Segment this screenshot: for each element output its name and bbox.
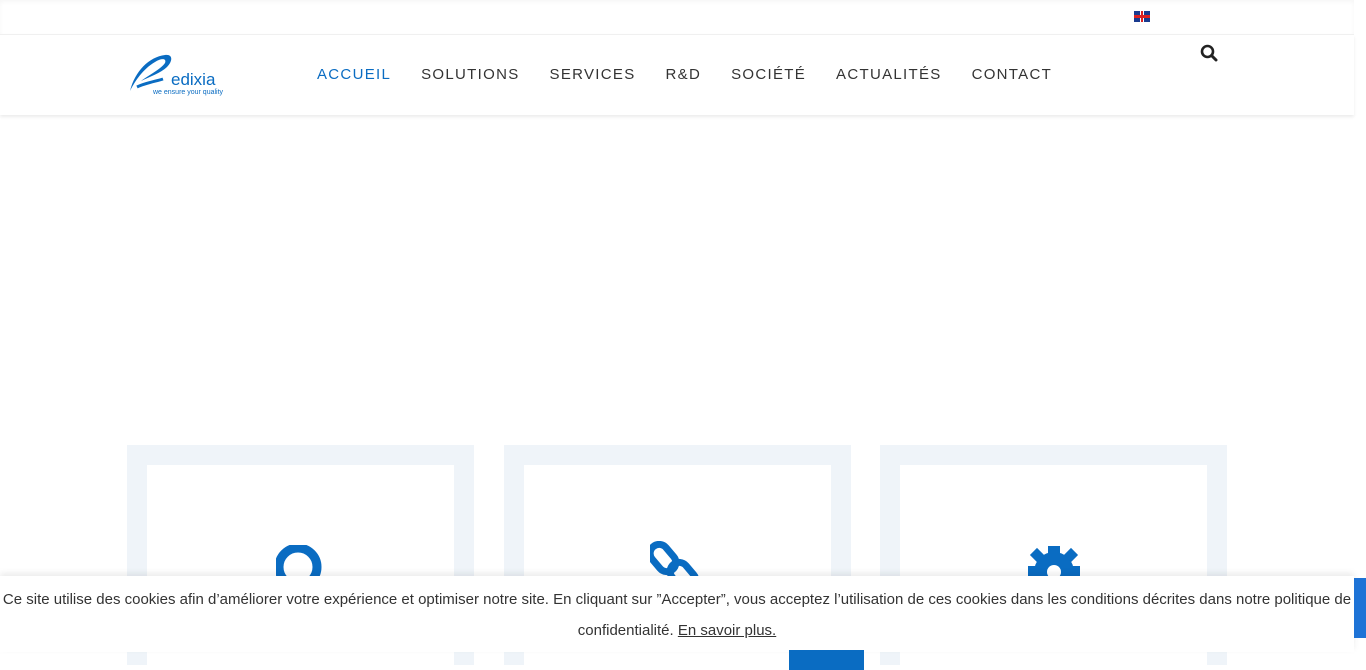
svg-text:edixia: edixia: [171, 70, 216, 89]
nav-societe[interactable]: SOCIÉTÉ: [731, 66, 806, 83]
learn-more-link[interactable]: En savoir plus.: [678, 622, 776, 639]
nav-solutions[interactable]: SOLUTIONS: [421, 66, 519, 83]
nav-accueil[interactable]: ACCUEIL: [317, 66, 391, 83]
nav-rd[interactable]: R&D: [666, 66, 702, 83]
top-bar: [0, 0, 1354, 35]
cookie-banner: Ce site utilise des cookies afin d’améli…: [0, 576, 1354, 652]
nav-contact[interactable]: CONTACT: [972, 66, 1052, 83]
logo[interactable]: edixia we ensure your quality: [127, 53, 237, 98]
main-nav: ACCUEIL SOLUTIONS SERVICES R&D SOCIÉTÉ A…: [317, 66, 1052, 83]
accept-cookies-button[interactable]: [789, 650, 864, 670]
side-tab[interactable]: [1354, 578, 1366, 638]
nav-actualites[interactable]: ACTUALITÉS: [836, 66, 942, 83]
header: edixia we ensure your quality ACCUEIL SO…: [0, 35, 1354, 115]
uk-flag-icon[interactable]: [1134, 11, 1150, 22]
search-icon[interactable]: [1200, 44, 1218, 62]
nav-services[interactable]: SERVICES: [550, 66, 636, 83]
svg-text:we ensure your quality: we ensure your quality: [152, 89, 224, 96]
